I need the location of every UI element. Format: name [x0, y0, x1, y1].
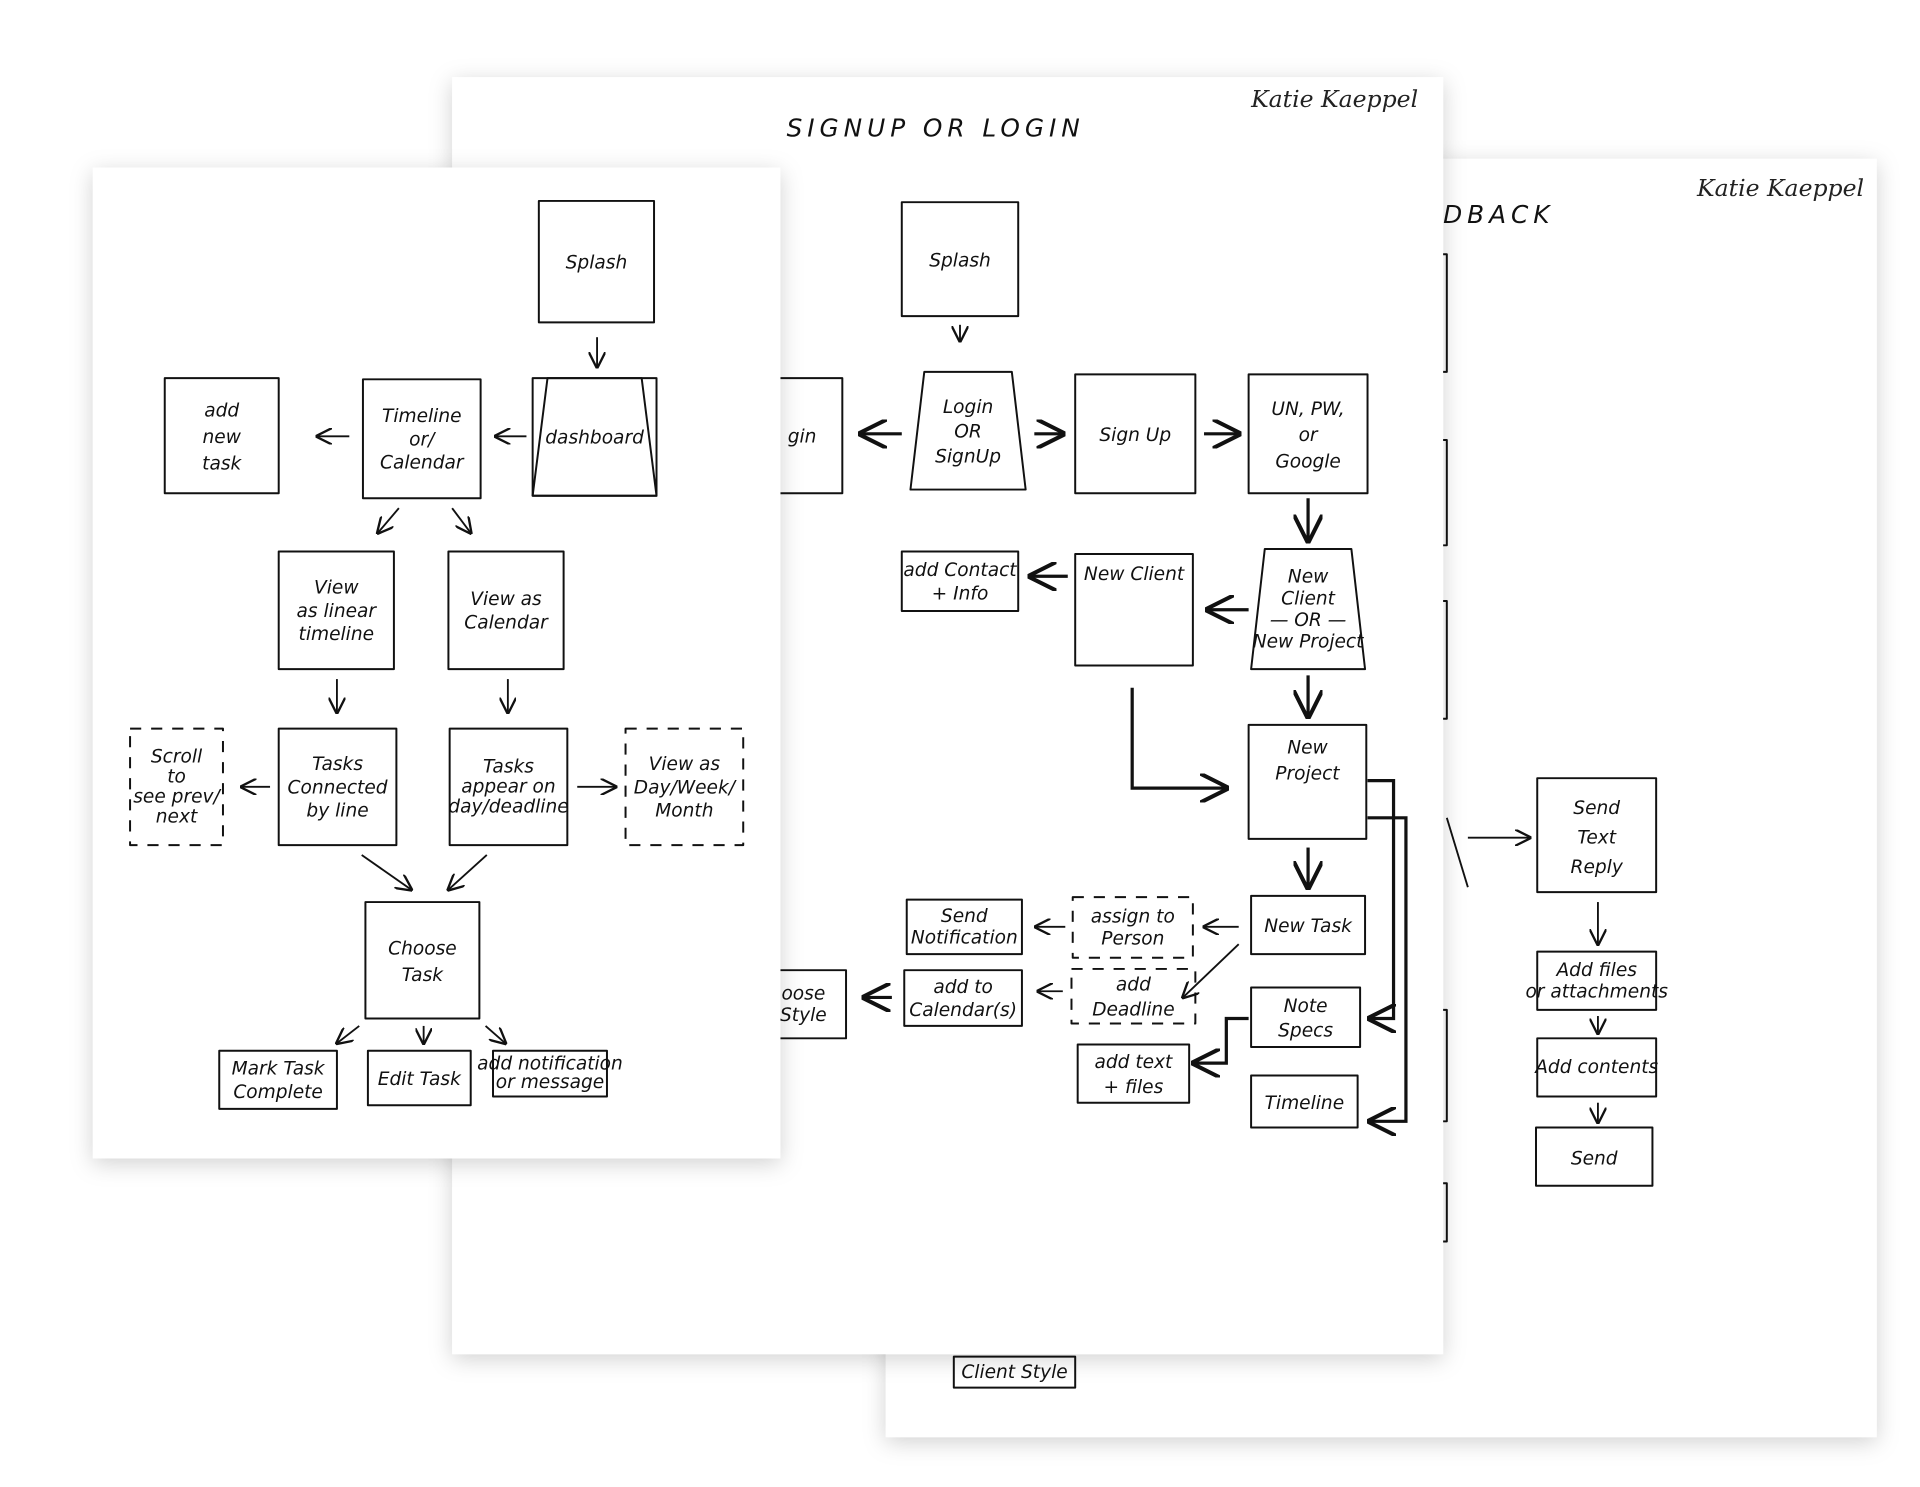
node-label: New Task: [1264, 916, 1353, 937]
node-label: Reply: [1571, 857, 1624, 878]
node-label: Splash: [566, 253, 628, 274]
node-label: as linear: [297, 601, 378, 622]
node-label: new: [203, 427, 242, 448]
node-label: + files: [1104, 1077, 1164, 1098]
node-label: Text: [1577, 827, 1616, 848]
node-label: add: [204, 401, 239, 422]
node-label: Add files: [1555, 960, 1637, 981]
node-label: Notification: [911, 928, 1018, 949]
node-label: View as: [470, 589, 542, 610]
node-label: Send: [941, 906, 988, 927]
node-label: View: [314, 578, 359, 599]
node-label: Person: [1101, 928, 1164, 949]
sheet-dashboard-flow: Splash dashboard Timelineor/Calendar add new…: [92, 167, 781, 1159]
node-label: by line: [306, 801, 368, 822]
wireframe-flow-sheets: DBACK Katie Kaeppel Send Text Reply Add fil…: [92, 77, 1877, 1438]
node-label: assign to: [1091, 907, 1175, 928]
node-label: day/deadline: [448, 797, 568, 818]
node-label: Month: [655, 801, 713, 822]
node-label: Project: [1275, 764, 1340, 785]
node-label: Day/Week/: [634, 777, 737, 798]
node-label: or attachments: [1525, 982, 1668, 1003]
node-label: appear on: [461, 776, 555, 797]
node-label: Mark Task: [232, 1059, 326, 1080]
node-label: add: [1116, 975, 1151, 996]
node-label: UN, PW,: [1271, 399, 1344, 420]
node-label: timeline: [299, 624, 375, 645]
node-label: Client: [1281, 588, 1335, 609]
node-label: to: [167, 766, 186, 787]
node-label: add to: [933, 977, 993, 998]
node-label: Complete: [233, 1082, 323, 1103]
node-label: or/: [409, 429, 436, 450]
node-label: View as: [649, 754, 721, 775]
node-label: — OR —: [1270, 610, 1347, 631]
node-label: New Project: [1253, 632, 1364, 653]
node-label: Calendar: [464, 612, 549, 633]
node-label: add Contact: [903, 560, 1017, 581]
node-label: add text: [1094, 1052, 1173, 1073]
node-label: next: [156, 807, 198, 828]
sheet-title-fragment: DBACK: [1443, 200, 1554, 229]
node-label: OR: [954, 422, 982, 443]
node-label: Tasks: [312, 754, 363, 775]
node-label: Edit Task: [378, 1069, 462, 1090]
node-label: Style: [780, 1005, 827, 1026]
node-label: Add contents: [1534, 1057, 1658, 1078]
node-label: see prev/: [133, 787, 221, 808]
node-label: Connected: [288, 777, 388, 798]
signature: Katie Kaeppel: [1696, 174, 1864, 202]
node-label: Login: [943, 397, 993, 418]
node-label: Task: [402, 965, 444, 986]
paper-sheet: [92, 167, 781, 1159]
node-label: Send: [1573, 798, 1620, 819]
node-label: New Client: [1084, 564, 1185, 585]
node-label: Deadline: [1092, 1000, 1174, 1021]
node-label: Calendar: [380, 453, 465, 474]
node-label: Tasks: [483, 756, 534, 777]
flow-node-add-notification: add notificationor message: [477, 1049, 623, 1098]
node-label: Splash: [929, 251, 991, 272]
node-label: Choose: [388, 938, 457, 959]
node-label: task: [202, 453, 242, 474]
node-label: gin: [788, 427, 817, 448]
node-label: Sign Up: [1099, 425, 1171, 446]
node-label: Calendar(s): [909, 1000, 1017, 1021]
node-label: or message: [496, 1072, 604, 1093]
node-label: Specs: [1278, 1021, 1333, 1042]
node-label: dashboard: [545, 427, 644, 448]
sheet-title: SIGNUP OR LOGIN: [787, 114, 1085, 143]
node-label: + Info: [932, 583, 989, 604]
node-label: Note: [1284, 996, 1328, 1017]
node-label: Scroll: [151, 746, 203, 767]
node-label: Timeline: [382, 406, 462, 427]
node-label: or: [1299, 425, 1319, 446]
node-label: Send: [1571, 1148, 1618, 1169]
node-label: SignUp: [935, 446, 1001, 467]
node-label: oose: [781, 983, 825, 1004]
node-label: Client Style: [961, 1362, 1067, 1383]
node-label: New: [1288, 567, 1329, 588]
node-label: New: [1287, 737, 1328, 758]
node-label: Timeline: [1265, 1093, 1345, 1114]
signature: Katie Kaeppel: [1250, 85, 1418, 113]
node-label: Google: [1275, 452, 1341, 473]
